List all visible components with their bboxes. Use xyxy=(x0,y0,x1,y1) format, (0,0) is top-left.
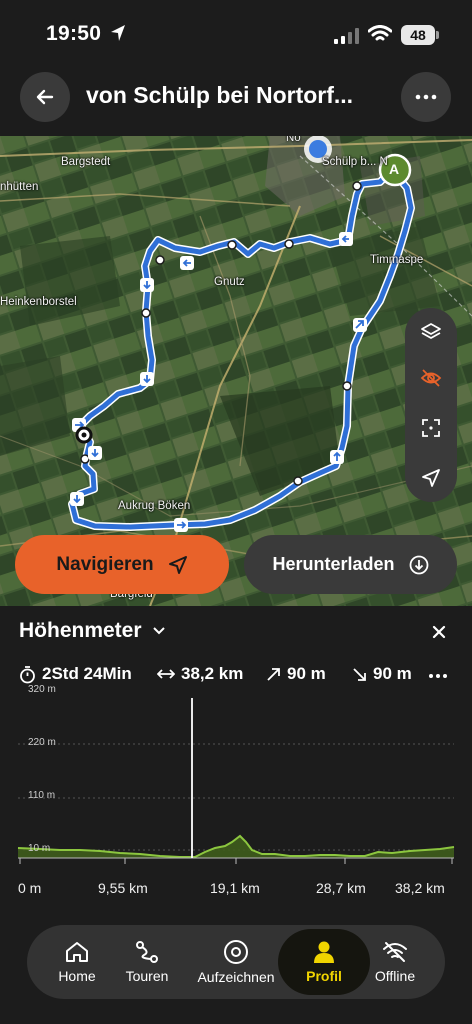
start-marker-label: A xyxy=(389,161,400,177)
battery-nub xyxy=(436,31,439,39)
tab-label: Touren xyxy=(125,968,169,984)
duration-value: 2Std 24Min xyxy=(42,664,132,683)
stat-descent: 90 m xyxy=(352,664,412,684)
person-icon xyxy=(314,941,334,963)
place-label: Aukrug Böken xyxy=(118,500,191,512)
arrow-up-right-icon xyxy=(267,667,280,681)
place-label: Timmaspe xyxy=(370,254,424,266)
status-time: 19:50 xyxy=(46,22,102,45)
x-tick-label: 28,7 km xyxy=(316,880,366,896)
download-button[interactable]: Herunterladen xyxy=(244,535,457,594)
place-label: Schülp b... N xyxy=(322,156,388,168)
tab-label: Home xyxy=(58,968,96,984)
locate-me-button[interactable] xyxy=(411,458,451,498)
x-tick-label: 0 m xyxy=(18,880,42,896)
download-circle-icon xyxy=(409,555,428,574)
eye-off-icon xyxy=(420,369,442,387)
stats-more-button[interactable] xyxy=(428,666,448,684)
tab-record[interactable]: Aufzeichnen xyxy=(190,925,282,999)
tab-label: Aufzeichnen xyxy=(197,969,275,985)
stat-duration: 2Std 24Min xyxy=(19,664,132,684)
record-icon xyxy=(224,940,248,964)
route-icon xyxy=(136,941,158,963)
wifi-icon xyxy=(368,25,392,41)
navigate-button[interactable]: Navigieren xyxy=(15,535,229,594)
arrow-down-right-icon xyxy=(353,667,366,681)
close-button[interactable] xyxy=(424,617,454,647)
stat-distance: 38,2 km xyxy=(157,664,243,684)
place-label: No xyxy=(286,136,301,144)
navigation-arrow-icon xyxy=(422,469,440,487)
more-horizontal-icon xyxy=(415,94,437,100)
y-tick-label: 10 m xyxy=(28,843,51,854)
descent-value: 90 m xyxy=(373,664,412,683)
x-tick-label: 19,1 km xyxy=(210,880,260,896)
fit-route-button[interactable] xyxy=(411,408,451,448)
elevation-title: Höhenmeter xyxy=(19,619,142,642)
arrow-left-icon xyxy=(36,89,54,105)
layers-icon xyxy=(421,323,441,339)
place-label: nhütten xyxy=(0,181,39,193)
distance-value: 38,2 km xyxy=(181,664,244,683)
map-tools xyxy=(405,308,457,502)
place-label: Bargstedt xyxy=(61,156,111,168)
wifi-off-icon xyxy=(383,942,407,962)
battery-level: 48 xyxy=(410,27,426,43)
tab-offline[interactable]: Offline xyxy=(368,925,422,999)
place-label: Gnutz xyxy=(214,276,245,288)
chevron-down-icon xyxy=(152,627,165,635)
page-title: von Schülp bei Nortorf... xyxy=(86,82,354,108)
home-icon xyxy=(66,942,88,962)
y-tick-label: 320 m xyxy=(28,684,56,695)
tab-label: Profil xyxy=(306,968,342,984)
more-horizontal-icon xyxy=(429,674,447,678)
close-icon xyxy=(432,625,446,639)
place-label: Heinkenborstel xyxy=(0,296,77,308)
y-tick-label: 110 m xyxy=(28,790,56,801)
tab-tours[interactable]: Touren xyxy=(120,925,174,999)
ascent-value: 90 m xyxy=(287,664,326,683)
tab-profile[interactable]: Profil xyxy=(296,925,352,999)
download-label: Herunterladen xyxy=(272,554,395,574)
stopwatch-icon xyxy=(20,665,35,683)
y-tick-label: 220 m xyxy=(28,737,56,748)
navigation-arrow-icon xyxy=(168,555,187,574)
navigate-label: Navigieren xyxy=(56,553,154,575)
hide-visibility-button[interactable] xyxy=(411,358,451,398)
horizontal-arrows-icon xyxy=(157,669,175,679)
focus-frame-icon xyxy=(422,419,440,437)
more-options-button[interactable] xyxy=(401,72,451,122)
x-tick-label: 38,2 km xyxy=(395,880,445,896)
tab-home[interactable]: Home xyxy=(52,925,102,999)
location-arrow-icon xyxy=(111,25,125,41)
signal-icon xyxy=(334,28,359,44)
battery-indicator: 48 xyxy=(401,25,435,45)
stat-ascent: 90 m xyxy=(266,664,326,684)
back-button[interactable] xyxy=(20,72,70,122)
x-tick-label: 9,55 km xyxy=(98,880,148,896)
layers-button[interactable] xyxy=(411,312,451,352)
elevation-dropdown[interactable]: Höhenmeter xyxy=(19,619,166,643)
tab-label: Offline xyxy=(374,968,416,984)
elevation-chart[interactable] xyxy=(0,686,472,896)
